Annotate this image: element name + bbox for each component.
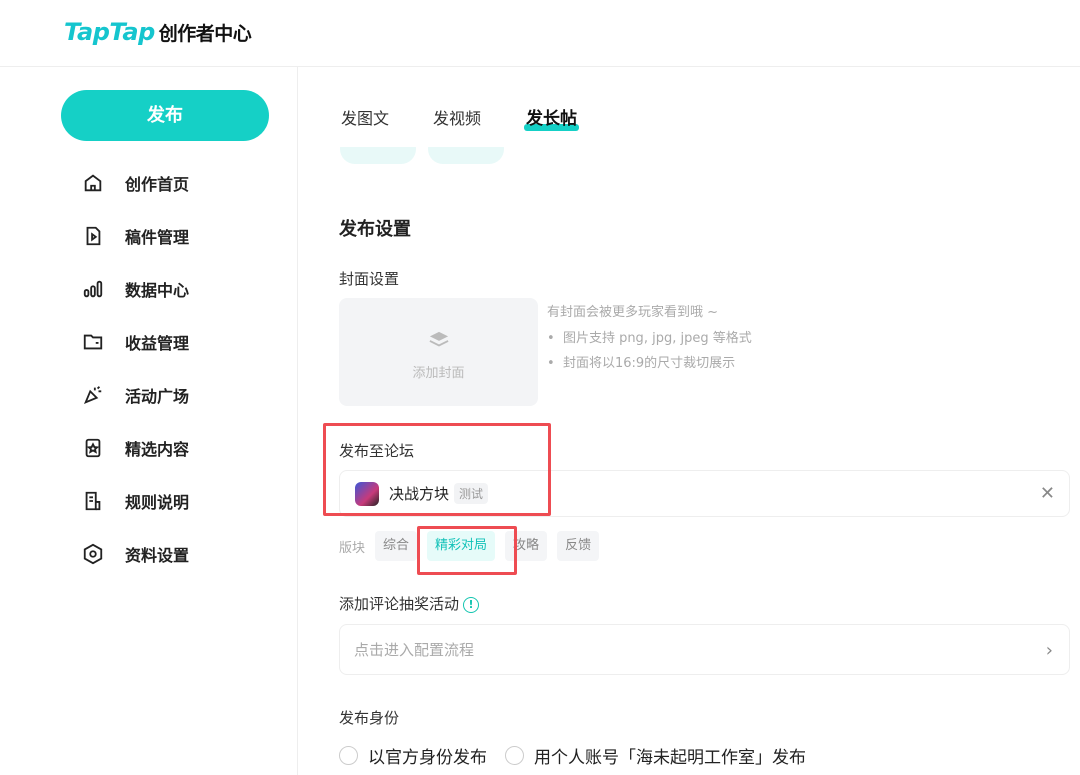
lottery-placeholder: 点击进入配置流程 [354,641,475,659]
radio-personal[interactable] [505,746,524,765]
sidebar-item-home[interactable]: 创作首页 [82,168,282,198]
bar-chart-icon [83,280,103,298]
rules-icon [85,491,101,511]
add-cover-label: 添加封面 [412,366,465,381]
sidebar-item-label: 收益管理 [125,334,190,353]
info-icon[interactable]: ! [463,596,480,613]
section-title: 发布设置 [339,219,411,240]
document-icon [86,226,101,246]
radio-label[interactable]: 用个人账号「海未起明工作室」发布 [534,743,806,768]
settings-icon [83,543,103,565]
badge-icon [85,438,101,458]
tab-video[interactable]: 发视频 [433,105,481,129]
identity-options: 以官方身份发布 用个人账号「海未起明工作室」发布 [339,743,806,768]
logo[interactable]: TapTap 创作者中心 [64,18,252,46]
sidebar-item-label: 数据中心 [125,281,190,300]
sidebar-item-label: 规则说明 [125,493,190,512]
home-icon [84,174,102,192]
sidebar-item-rules[interactable]: 规则说明 [82,486,282,516]
sidebar-item-income[interactable]: 收益管理 [82,327,282,357]
party-icon [83,386,102,405]
sidebar-item-settings[interactable]: 资料设置 [82,539,282,569]
tab-long-post[interactable]: 发长帖 [524,104,579,131]
highlight-box-board [417,526,517,575]
add-cover-button[interactable]: 添加封面 [339,298,538,406]
chevron-right-icon: › [1045,640,1053,661]
logo-sub: 创作者中心 [158,23,252,45]
wallet-icon [83,334,103,350]
tab-image-text[interactable]: 发图文 [341,105,389,129]
logo-main: TapTap [64,18,155,46]
layers-icon [429,331,448,347]
board-option[interactable]: 综合 [375,531,418,561]
sidebar: 发布 创作首页 稿件管理 数据中心 收益管理 活动广场 精选内容 规则说明 资料… [0,67,298,775]
cover-rule: • 封面将以16:9的尺寸裁切展示 [547,356,736,371]
board-option[interactable]: 反馈 [557,531,600,561]
cover-rule: • 图片支持 png, jpg, jpeg 等格式 [547,331,752,346]
sidebar-item-label: 活动广场 [125,387,190,406]
header: TapTap 创作者中心 [0,0,1080,67]
mention-chip[interactable] [428,147,504,164]
cover-label: 封面设置 [339,270,400,288]
publish-button[interactable]: 发布 [61,90,269,141]
lottery-label: 添加评论抽奖活动! [339,593,480,614]
board-label: 版块 [339,540,366,556]
radio-label[interactable]: 以官方身份发布 [368,743,487,768]
sidebar-item-label: 稿件管理 [125,228,190,247]
sidebar-item-featured[interactable]: 精选内容 [82,433,282,463]
lottery-config-field[interactable]: 点击进入配置流程 › [339,624,1070,675]
highlight-box-forum [323,423,551,516]
sidebar-item-label: 创作首页 [125,175,190,194]
topic-chip[interactable] [340,147,416,164]
sidebar-item-label: 精选内容 [125,440,190,459]
sidebar-item-data[interactable]: 数据中心 [82,274,282,304]
sidebar-item-events[interactable]: 活动广场 [82,380,282,410]
main-content: 发图文 发视频 发长帖 发布设置 封面设置 添加封面 有封面会被更多玩家看到哦 … [298,67,1080,775]
sidebar-item-label: 资料设置 [125,546,190,565]
radio-official[interactable] [339,746,358,765]
identity-label: 发布身份 [339,709,400,727]
cover-hint: 有封面会被更多玩家看到哦 ~ [547,305,719,320]
sidebar-item-drafts[interactable]: 稿件管理 [82,221,282,251]
close-icon[interactable]: ✕ [1040,483,1055,504]
